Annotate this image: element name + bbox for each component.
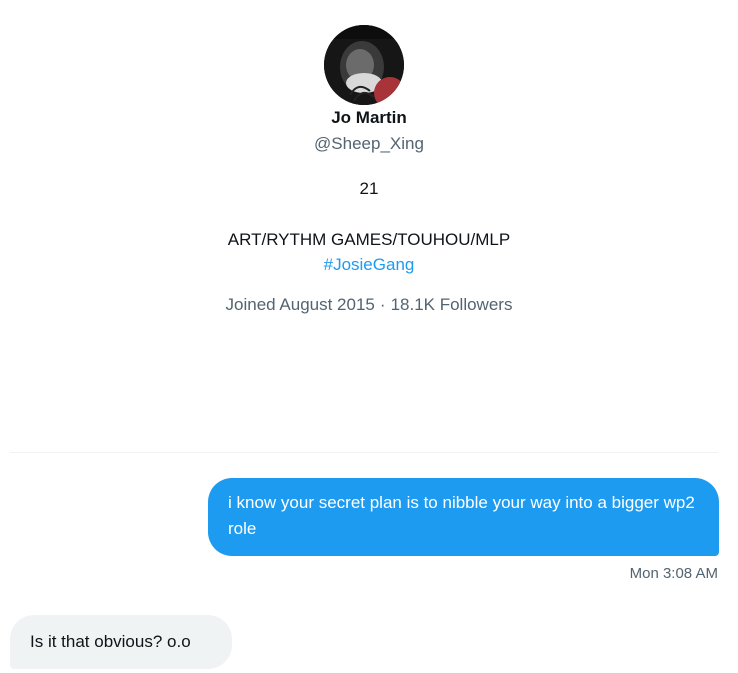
message-timestamp: Mon 3:08 AM bbox=[629, 565, 718, 582]
divider bbox=[10, 452, 718, 453]
separator-dot: · bbox=[379, 295, 386, 314]
profile-bio-line: 21 bbox=[359, 179, 379, 198]
joined-date: Joined August 2015 bbox=[225, 295, 375, 314]
avatar[interactable] bbox=[324, 25, 404, 105]
profile-meta: Joined August 2015 · 18.1K Followers bbox=[0, 294, 738, 316]
avatar-image bbox=[324, 25, 404, 105]
profile-handle[interactable]: @Sheep_Xing bbox=[0, 133, 738, 155]
followers-count[interactable]: 18.1K Followers bbox=[391, 295, 513, 314]
message-text: Is it that obvious? o.o bbox=[30, 632, 191, 651]
profile-name[interactable]: Jo Martin bbox=[0, 107, 738, 129]
profile-bio-line: ART/RYTHM GAMES/TOUHOU/MLP bbox=[227, 230, 511, 249]
bio-hashtag-link[interactable]: #JosieGang bbox=[0, 254, 738, 276]
message-text: i know your secret plan is to nibble you… bbox=[228, 493, 695, 538]
sent-message-bubble[interactable]: i know your secret plan is to nibble you… bbox=[208, 478, 719, 556]
received-message-bubble[interactable]: Is it that obvious? o.o bbox=[10, 615, 232, 669]
